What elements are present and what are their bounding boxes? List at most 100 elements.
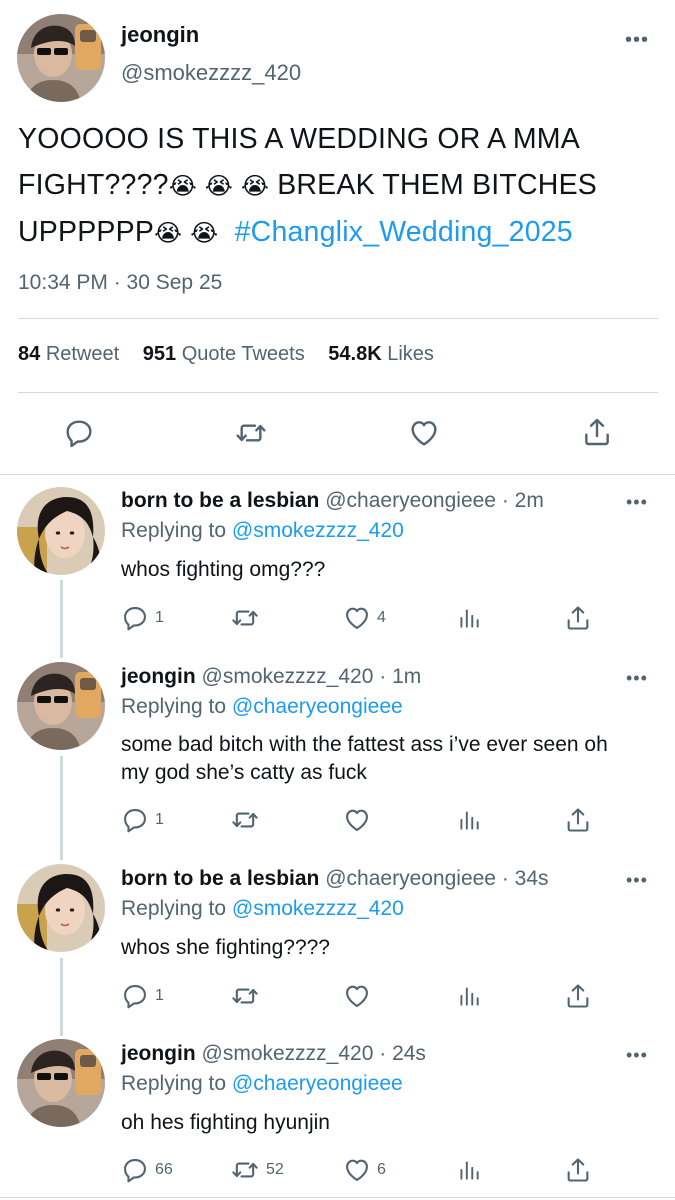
reply-text: whos she fighting???? xyxy=(121,936,330,959)
avatar[interactable] xyxy=(17,864,105,952)
analytics-action[interactable] xyxy=(456,982,482,1010)
replying-to: Replying to @chaeryeongieee xyxy=(121,695,403,719)
engagement-stats: 84 Retweet 951 Quote Tweets 54.8K Likes xyxy=(18,343,434,366)
retweet-count: 52 xyxy=(266,1161,284,1178)
author-handle-time[interactable]: @smokezzzz_420 · 1m xyxy=(202,665,422,688)
hashtag-link[interactable]: #Changlix_Wedding_2025 xyxy=(235,216,573,248)
reply-action[interactable]: 1 xyxy=(121,982,164,1010)
analytics-action[interactable] xyxy=(456,604,482,632)
like-icon xyxy=(343,806,371,834)
likes-stat[interactable]: 54.8K Likes xyxy=(328,343,434,365)
reply-action[interactable]: 1 xyxy=(121,806,164,834)
retweet-count: 84 xyxy=(18,343,41,365)
reply-item[interactable] xyxy=(17,662,105,750)
like-count: 6 xyxy=(377,1161,386,1178)
more-icon[interactable]: ••• xyxy=(626,492,648,513)
retweet-action[interactable] xyxy=(230,806,266,834)
mention-link[interactable]: @chaeryeongieee xyxy=(232,695,403,718)
more-icon[interactable]: ••• xyxy=(626,870,648,891)
author-handle-time[interactable]: @chaeryeongieee · 34s xyxy=(325,867,548,890)
avatar[interactable] xyxy=(17,1039,105,1127)
share-action[interactable] xyxy=(564,604,592,632)
like-count: 54.8K xyxy=(328,343,382,365)
thread-connector xyxy=(60,958,63,1036)
analytics-icon xyxy=(456,982,482,1010)
reply-header: born to be a lesbian @chaeryeongieee · 3… xyxy=(121,867,549,891)
like-action[interactable] xyxy=(343,806,377,834)
share-action[interactable] xyxy=(564,982,592,1010)
quote-stat[interactable]: 951 Quote Tweets xyxy=(143,343,305,365)
reply-header: jeongin @smokezzzz_420 · 1m xyxy=(121,665,421,689)
thread-connector xyxy=(60,756,63,860)
share-action[interactable] xyxy=(564,1156,592,1184)
quote-label: Quote Tweets xyxy=(181,343,305,365)
more-icon[interactable]: ••• xyxy=(625,30,649,50)
like-icon xyxy=(343,1156,371,1184)
retweet-action[interactable] xyxy=(230,604,266,632)
share-action[interactable] xyxy=(564,806,592,834)
avatar-image xyxy=(17,487,105,575)
author-name[interactable]: born to be a lesbian xyxy=(121,489,319,512)
mention-link[interactable]: @chaeryeongieee xyxy=(232,1072,403,1095)
reply-item[interactable] xyxy=(17,864,105,952)
replying-to: Replying to @smokezzzz_420 xyxy=(121,519,404,543)
share-icon xyxy=(564,604,592,632)
reply-item[interactable] xyxy=(17,487,105,575)
divider xyxy=(0,474,675,475)
author-name[interactable]: jeongin xyxy=(121,22,199,48)
reply-icon xyxy=(121,806,149,834)
reply-header: born to be a lesbian @chaeryeongieee · 2… xyxy=(121,489,544,513)
analytics-action[interactable] xyxy=(456,1156,482,1184)
reply-icon[interactable] xyxy=(63,417,95,449)
author-name[interactable]: jeongin xyxy=(121,1042,196,1065)
tweet-timestamp[interactable]: 10:34 PM · 30 Sep 25 xyxy=(18,271,222,295)
reply-item[interactable] xyxy=(17,1039,105,1127)
author-name[interactable]: jeongin xyxy=(121,665,196,688)
mention-link[interactable]: @smokezzzz_420 xyxy=(232,897,404,920)
share-icon[interactable] xyxy=(581,416,613,448)
author-handle-time[interactable]: @chaeryeongieee · 2m xyxy=(325,489,544,512)
avatar-image xyxy=(17,14,105,102)
analytics-icon xyxy=(456,1156,482,1184)
like-action[interactable] xyxy=(343,982,377,1010)
retweet-action[interactable]: 52 xyxy=(230,1156,284,1184)
reply-text: whos fighting omg??? xyxy=(121,558,326,581)
retweet-label: Retweet xyxy=(45,343,120,365)
share-icon xyxy=(564,1156,592,1184)
share-icon xyxy=(564,982,592,1010)
replying-label: Replying to xyxy=(121,519,227,542)
replying-to: Replying to @smokezzzz_420 xyxy=(121,897,404,921)
reply-action[interactable]: 1 xyxy=(121,604,164,632)
like-icon[interactable] xyxy=(408,417,440,449)
reply-count: 1 xyxy=(155,987,164,1004)
avatar[interactable] xyxy=(17,662,105,750)
crying-emoji: 😭 😭 😭 xyxy=(168,172,270,200)
share-icon xyxy=(564,806,592,834)
avatar[interactable] xyxy=(17,14,105,102)
avatar-image xyxy=(17,662,105,750)
like-action[interactable]: 6 xyxy=(343,1156,386,1184)
divider xyxy=(18,392,658,393)
author-name[interactable]: born to be a lesbian xyxy=(121,867,319,890)
quote-count: 951 xyxy=(142,343,177,365)
divider xyxy=(0,1197,675,1198)
retweet-icon xyxy=(230,604,260,632)
mention-link[interactable]: @smokezzzz_420 xyxy=(232,519,404,542)
analytics-icon xyxy=(456,806,482,834)
analytics-action[interactable] xyxy=(456,806,482,834)
like-action[interactable]: 4 xyxy=(343,604,386,632)
reply-action[interactable]: 66 xyxy=(121,1156,173,1184)
author-handle-time[interactable]: @smokezzzz_420 · 24s xyxy=(202,1042,426,1065)
more-icon[interactable]: ••• xyxy=(626,668,648,689)
reply-text: some bad bitch with the fattest ass i’ve… xyxy=(121,733,608,784)
avatar-image xyxy=(17,864,105,952)
like-label: Likes xyxy=(387,343,434,365)
reply-text: oh hes fighting hyunjin xyxy=(121,1111,330,1134)
more-icon[interactable]: ••• xyxy=(626,1045,648,1066)
retweet-stat[interactable]: 84 Retweet xyxy=(18,343,119,365)
author-handle[interactable]: @smokezzzz_420 xyxy=(121,60,301,86)
reply-count: 1 xyxy=(155,609,164,626)
avatar[interactable] xyxy=(17,487,105,575)
retweet-icon[interactable] xyxy=(234,417,268,449)
retweet-action[interactable] xyxy=(230,982,266,1010)
